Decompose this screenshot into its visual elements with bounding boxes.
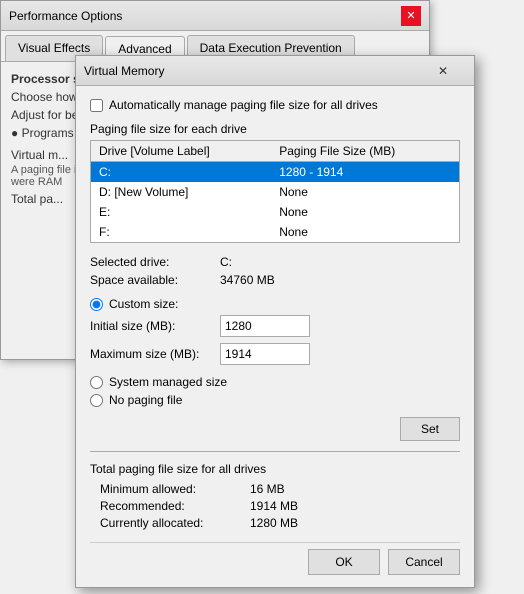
min-allowed-value: 16 MB: [250, 482, 460, 496]
auto-manage-row: Automatically manage paging file size fo…: [90, 98, 460, 112]
perf-titlebar: Performance Options ✕: [1, 1, 429, 31]
table-row[interactable]: C:1280 - 1914: [91, 162, 460, 183]
currently-allocated-label: Currently allocated:: [100, 516, 250, 530]
vm-title: Virtual Memory: [84, 64, 420, 78]
no-paging-radio[interactable]: [90, 394, 103, 407]
custom-size-label: Custom size:: [109, 297, 178, 311]
system-managed-radio[interactable]: [90, 376, 103, 389]
vm-body: Automatically manage paging file size fo…: [76, 86, 474, 587]
size-radio-group: Custom size: Initial size (MB): Maximum …: [90, 297, 460, 407]
drive-paging-size: None: [271, 202, 459, 222]
set-button-row: Set: [90, 417, 460, 441]
auto-manage-checkbox[interactable]: [90, 99, 103, 112]
vm-close-button[interactable]: ✕: [420, 57, 466, 85]
no-paging-row: No paging file: [90, 393, 460, 407]
system-managed-label: System managed size: [109, 375, 227, 389]
vm-titlebar: Virtual Memory ✕: [76, 56, 474, 86]
perf-close-button[interactable]: ✕: [401, 6, 421, 26]
drive-letter: F:: [91, 222, 272, 243]
paging-col-header: Paging File Size (MB): [271, 141, 459, 162]
drive-paging-size: None: [271, 222, 459, 243]
max-size-label: Maximum size (MB):: [90, 347, 220, 361]
table-row[interactable]: D: [New Volume]None: [91, 182, 460, 202]
drive-paging-size: None: [271, 182, 459, 202]
set-button[interactable]: Set: [400, 417, 460, 441]
size-inputs: Initial size (MB): Maximum size (MB):: [90, 315, 460, 365]
ok-button[interactable]: OK: [308, 549, 380, 575]
total-section: Total paging file size for all drives Mi…: [90, 462, 460, 530]
drive-letter: E:: [91, 202, 272, 222]
total-grid: Minimum allowed: 16 MB Recommended: 1914…: [100, 482, 460, 530]
drive-letter: D: [New Volume]: [91, 182, 272, 202]
paging-section-label: Paging file size for each drive: [90, 122, 460, 136]
dialog-buttons: OK Cancel: [90, 542, 460, 575]
drive-paging-size: 1280 - 1914: [271, 162, 459, 183]
drive-table: Drive [Volume Label] Paging File Size (M…: [90, 140, 460, 243]
drive-letter: C:: [91, 162, 272, 183]
max-size-input[interactable]: [220, 343, 310, 365]
custom-size-radio[interactable]: [90, 298, 103, 311]
recommended-label: Recommended:: [100, 499, 250, 513]
no-paging-label: No paging file: [109, 393, 182, 407]
virtual-memory-dialog: Virtual Memory ✕ Automatically manage pa…: [75, 55, 475, 588]
perf-title: Performance Options: [9, 9, 401, 23]
custom-size-row: Custom size:: [90, 297, 460, 311]
divider: [90, 451, 460, 452]
currently-allocated-value: 1280 MB: [250, 516, 460, 530]
total-title: Total paging file size for all drives: [90, 462, 460, 476]
system-managed-row: System managed size: [90, 375, 460, 389]
selected-drive-label: Selected drive:: [90, 255, 220, 269]
space-available-label: Space available:: [90, 273, 220, 287]
initial-size-label: Initial size (MB):: [90, 319, 220, 333]
auto-manage-label: Automatically manage paging file size fo…: [109, 98, 378, 112]
cancel-button[interactable]: Cancel: [388, 549, 460, 575]
recommended-value: 1914 MB: [250, 499, 460, 513]
min-allowed-label: Minimum allowed:: [100, 482, 250, 496]
table-row[interactable]: F:None: [91, 222, 460, 243]
space-available-value: 34760 MB: [220, 273, 460, 287]
selected-drive-value: C:: [220, 255, 460, 269]
max-size-row: Maximum size (MB):: [90, 343, 460, 365]
initial-size-input[interactable]: [220, 315, 310, 337]
initial-size-row: Initial size (MB):: [90, 315, 460, 337]
drive-info-grid: Selected drive: C: Space available: 3476…: [90, 255, 460, 287]
table-row[interactable]: E:None: [91, 202, 460, 222]
drive-col-header: Drive [Volume Label]: [91, 141, 272, 162]
